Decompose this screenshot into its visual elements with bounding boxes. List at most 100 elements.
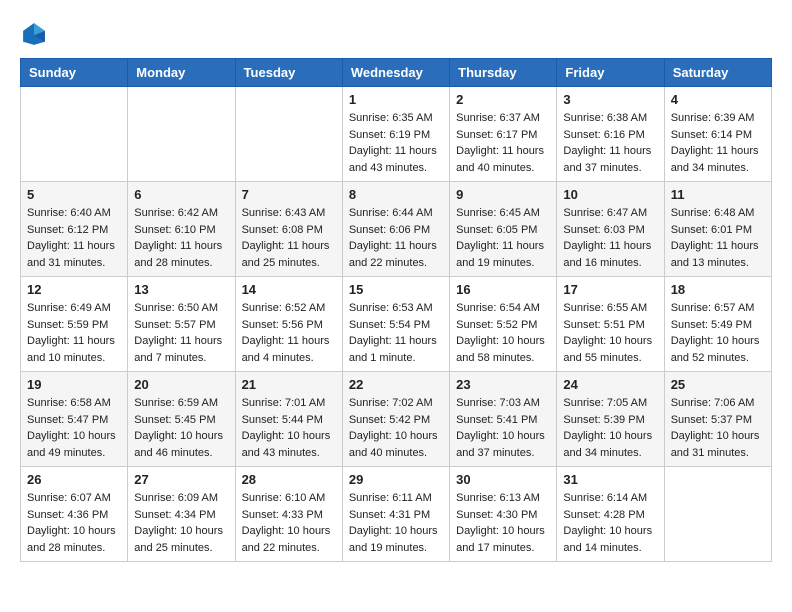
day-info: Sunrise: 7:03 AMSunset: 5:41 PMDaylight:… bbox=[456, 395, 550, 461]
day-number: 21 bbox=[242, 377, 336, 392]
day-info: Sunrise: 6:53 AMSunset: 5:54 PMDaylight:… bbox=[349, 300, 443, 366]
calendar-cell bbox=[128, 87, 235, 182]
calendar-cell: 6 Sunrise: 6:42 AMSunset: 6:10 PMDaylight… bbox=[128, 182, 235, 277]
calendar-cell: 17 Sunrise: 6:55 AMSunset: 5:51 PMDayligh… bbox=[557, 277, 664, 372]
calendar-cell: 24 Sunrise: 7:05 AMSunset: 5:39 PMDayligh… bbox=[557, 372, 664, 467]
day-info: Sunrise: 6:11 AMSunset: 4:31 PMDaylight:… bbox=[349, 490, 443, 556]
day-number: 2 bbox=[456, 92, 550, 107]
day-number: 22 bbox=[349, 377, 443, 392]
calendar-week-1: 1 Sunrise: 6:35 AMSunset: 6:19 PMDaylight… bbox=[21, 87, 772, 182]
day-info: Sunrise: 6:38 AMSunset: 6:16 PMDaylight:… bbox=[563, 110, 657, 176]
day-number: 9 bbox=[456, 187, 550, 202]
calendar-cell: 5Sunrise: 6:40 AMSunset: 6:12 PMDaylight… bbox=[21, 182, 128, 277]
day-info: Sunrise: 7:05 AMSunset: 5:39 PMDaylight:… bbox=[563, 395, 657, 461]
calendar-cell: 13 Sunrise: 6:50 AMSunset: 5:57 PMDayligh… bbox=[128, 277, 235, 372]
calendar-cell: 12 Sunrise: 6:49 AMSunset: 5:59 PMDayligh… bbox=[21, 277, 128, 372]
day-number: 20 bbox=[134, 377, 228, 392]
calendar-week-2: 5Sunrise: 6:40 AMSunset: 6:12 PMDaylight… bbox=[21, 182, 772, 277]
calendar-cell: 22 Sunrise: 7:02 AMSunset: 5:42 PMDayligh… bbox=[342, 372, 449, 467]
calendar-cell: 8 Sunrise: 6:44 AMSunset: 6:06 PMDaylight… bbox=[342, 182, 449, 277]
column-header-monday: Monday bbox=[128, 59, 235, 87]
calendar-cell: 1 Sunrise: 6:35 AMSunset: 6:19 PMDaylight… bbox=[342, 87, 449, 182]
column-header-sunday: Sunday bbox=[21, 59, 128, 87]
day-info: Sunrise: 6:48 AMSunset: 6:01 PMDaylight:… bbox=[671, 205, 765, 271]
day-number: 11 bbox=[671, 187, 765, 202]
column-header-thursday: Thursday bbox=[450, 59, 557, 87]
day-info: Sunrise: 6:47 AMSunset: 6:03 PMDaylight:… bbox=[563, 205, 657, 271]
calendar-week-4: 19 Sunrise: 6:58 AMSunset: 5:47 PMDayligh… bbox=[21, 372, 772, 467]
day-number: 17 bbox=[563, 282, 657, 297]
column-header-friday: Friday bbox=[557, 59, 664, 87]
calendar-header-row: SundayMondayTuesdayWednesdayThursdayFrid… bbox=[21, 59, 772, 87]
day-number: 13 bbox=[134, 282, 228, 297]
day-number: 3 bbox=[563, 92, 657, 107]
day-info: Sunrise: 6:42 AMSunset: 6:10 PMDaylight:… bbox=[134, 205, 228, 271]
day-info: Sunrise: 7:06 AMSunset: 5:37 PMDaylight:… bbox=[671, 395, 765, 461]
day-number: 8 bbox=[349, 187, 443, 202]
day-info: Sunrise: 6:13 AMSunset: 4:30 PMDaylight:… bbox=[456, 490, 550, 556]
day-info: Sunrise: 6:10 AMSunset: 4:33 PMDaylight:… bbox=[242, 490, 336, 556]
day-info: Sunrise: 6:58 AMSunset: 5:47 PMDaylight:… bbox=[27, 395, 121, 461]
calendar-cell bbox=[235, 87, 342, 182]
calendar-cell: 7 Sunrise: 6:43 AMSunset: 6:08 PMDaylight… bbox=[235, 182, 342, 277]
column-header-saturday: Saturday bbox=[664, 59, 771, 87]
day-number: 10 bbox=[563, 187, 657, 202]
calendar-cell: 27Sunrise: 6:09 AMSunset: 4:34 PMDayligh… bbox=[128, 467, 235, 562]
calendar-cell: 11 Sunrise: 6:48 AMSunset: 6:01 PMDayligh… bbox=[664, 182, 771, 277]
calendar-cell: 25 Sunrise: 7:06 AMSunset: 5:37 PMDayligh… bbox=[664, 372, 771, 467]
calendar-cell: 10 Sunrise: 6:47 AMSunset: 6:03 PMDayligh… bbox=[557, 182, 664, 277]
day-info: Sunrise: 7:01 AMSunset: 5:44 PMDaylight:… bbox=[242, 395, 336, 461]
calendar-cell: 31Sunrise: 6:14 AMSunset: 4:28 PMDayligh… bbox=[557, 467, 664, 562]
day-number: 1 bbox=[349, 92, 443, 107]
day-number: 15 bbox=[349, 282, 443, 297]
calendar-cell: 16 Sunrise: 6:54 AMSunset: 5:52 PMDayligh… bbox=[450, 277, 557, 372]
day-info: Sunrise: 6:35 AMSunset: 6:19 PMDaylight:… bbox=[349, 110, 443, 176]
day-info: Sunrise: 6:52 AMSunset: 5:56 PMDaylight:… bbox=[242, 300, 336, 366]
calendar-week-5: 26 Sunrise: 6:07 AMSunset: 4:36 PMDayligh… bbox=[21, 467, 772, 562]
calendar-cell: 21 Sunrise: 7:01 AMSunset: 5:44 PMDayligh… bbox=[235, 372, 342, 467]
day-number: 31 bbox=[563, 472, 657, 487]
logo-icon bbox=[20, 20, 48, 48]
day-number: 12 bbox=[27, 282, 121, 297]
day-number: 28 bbox=[242, 472, 336, 487]
calendar-cell: 9 Sunrise: 6:45 AMSunset: 6:05 PMDaylight… bbox=[450, 182, 557, 277]
column-header-tuesday: Tuesday bbox=[235, 59, 342, 87]
day-info: Sunrise: 6:39 AMSunset: 6:14 PMDaylight:… bbox=[671, 110, 765, 176]
day-number: 18 bbox=[671, 282, 765, 297]
calendar-cell: 19 Sunrise: 6:58 AMSunset: 5:47 PMDayligh… bbox=[21, 372, 128, 467]
calendar-cell bbox=[664, 467, 771, 562]
day-info: Sunrise: 6:50 AMSunset: 5:57 PMDaylight:… bbox=[134, 300, 228, 366]
calendar-cell: 29Sunrise: 6:11 AMSunset: 4:31 PMDayligh… bbox=[342, 467, 449, 562]
day-number: 7 bbox=[242, 187, 336, 202]
day-info: Sunrise: 6:55 AMSunset: 5:51 PMDaylight:… bbox=[563, 300, 657, 366]
day-info: Sunrise: 6:45 AMSunset: 6:05 PMDaylight:… bbox=[456, 205, 550, 271]
day-info: Sunrise: 6:54 AMSunset: 5:52 PMDaylight:… bbox=[456, 300, 550, 366]
day-info: Sunrise: 6:40 AMSunset: 6:12 PMDaylight:… bbox=[27, 205, 121, 271]
calendar-cell: 4Sunrise: 6:39 AMSunset: 6:14 PMDaylight… bbox=[664, 87, 771, 182]
day-info: Sunrise: 6:59 AMSunset: 5:45 PMDaylight:… bbox=[134, 395, 228, 461]
column-header-wednesday: Wednesday bbox=[342, 59, 449, 87]
day-number: 24 bbox=[563, 377, 657, 392]
calendar-cell bbox=[21, 87, 128, 182]
day-info: Sunrise: 6:37 AMSunset: 6:17 PMDaylight:… bbox=[456, 110, 550, 176]
day-info: Sunrise: 6:49 AMSunset: 5:59 PMDaylight:… bbox=[27, 300, 121, 366]
calendar-cell: 2 Sunrise: 6:37 AMSunset: 6:17 PMDaylight… bbox=[450, 87, 557, 182]
calendar-cell: 3 Sunrise: 6:38 AMSunset: 6:16 PMDaylight… bbox=[557, 87, 664, 182]
day-info: Sunrise: 6:57 AMSunset: 5:49 PMDaylight:… bbox=[671, 300, 765, 366]
day-number: 19 bbox=[27, 377, 121, 392]
day-number: 30 bbox=[456, 472, 550, 487]
calendar-cell: 23Sunrise: 7:03 AMSunset: 5:41 PMDayligh… bbox=[450, 372, 557, 467]
day-number: 25 bbox=[671, 377, 765, 392]
day-number: 26 bbox=[27, 472, 121, 487]
logo bbox=[20, 20, 54, 48]
day-info: Sunrise: 6:07 AMSunset: 4:36 PMDaylight:… bbox=[27, 490, 121, 556]
day-number: 16 bbox=[456, 282, 550, 297]
calendar-cell: 14Sunrise: 6:52 AMSunset: 5:56 PMDayligh… bbox=[235, 277, 342, 372]
day-info: Sunrise: 7:02 AMSunset: 5:42 PMDaylight:… bbox=[349, 395, 443, 461]
calendar-cell: 28 Sunrise: 6:10 AMSunset: 4:33 PMDayligh… bbox=[235, 467, 342, 562]
calendar-week-3: 12 Sunrise: 6:49 AMSunset: 5:59 PMDayligh… bbox=[21, 277, 772, 372]
calendar-cell: 15 Sunrise: 6:53 AMSunset: 5:54 PMDayligh… bbox=[342, 277, 449, 372]
day-number: 6 bbox=[134, 187, 228, 202]
day-info: Sunrise: 6:44 AMSunset: 6:06 PMDaylight:… bbox=[349, 205, 443, 271]
day-info: Sunrise: 6:43 AMSunset: 6:08 PMDaylight:… bbox=[242, 205, 336, 271]
